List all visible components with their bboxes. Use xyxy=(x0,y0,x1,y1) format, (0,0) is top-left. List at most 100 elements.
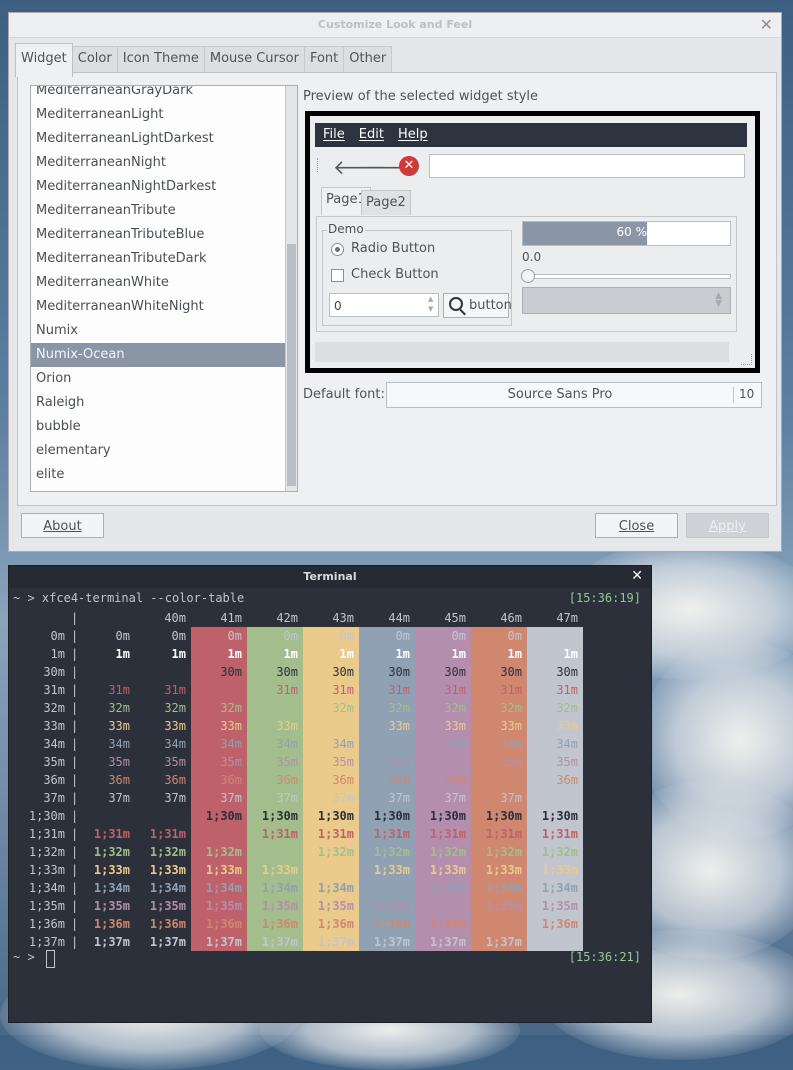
row-label: 34m xyxy=(43,737,65,751)
style-list-item[interactable]: MediterraneanLightDarkest xyxy=(31,127,285,151)
row-label: 1;36m xyxy=(28,917,65,931)
row-label: 1;32m xyxy=(28,845,65,859)
color-cell: 36m xyxy=(527,771,583,789)
style-list-item[interactable]: Numix xyxy=(31,319,285,343)
color-cell: 33m xyxy=(527,717,583,735)
color-cell: 1;31m xyxy=(191,825,247,843)
color-table-row: 0m | 0m 0m 0m 0m 0m 0m 0m 0m 0m xyxy=(9,627,653,645)
color-cell: 35m xyxy=(359,753,415,771)
dialog-titlebar[interactable]: Customize Look and Feel ✕ xyxy=(9,13,781,38)
color-table-row: 34m | 34m 34m 34m 34m 34m 34m 34m 34m 34m xyxy=(9,735,653,753)
tab-mouse-cursor[interactable]: Mouse Cursor xyxy=(203,46,305,72)
color-cell: 1;35m xyxy=(415,897,471,915)
slider-value: 0.0 xyxy=(522,250,542,264)
style-list-item[interactable]: MediterraneanNight xyxy=(31,151,285,175)
style-list-item[interactable]: elite xyxy=(31,463,285,487)
terminal-titlebar[interactable]: Terminal ✕ xyxy=(9,566,651,588)
color-cell: 36m xyxy=(164,773,186,787)
style-list-item[interactable]: bubble xyxy=(31,415,285,439)
tab-widget[interactable]: Widget xyxy=(15,43,73,77)
style-list-item[interactable]: MediterraneanWhite xyxy=(31,271,285,295)
slider[interactable] xyxy=(521,269,731,283)
color-cell: 1;34m xyxy=(93,881,130,895)
tab-page2[interactable]: Page2 xyxy=(361,190,411,215)
preview-label: Preview of the selected widget style xyxy=(303,89,539,104)
close-icon[interactable]: ✕ xyxy=(760,15,773,34)
combo-box[interactable]: ▲ ▼ xyxy=(522,287,731,314)
column-separator: | xyxy=(71,773,79,787)
apply-button[interactable]: Apply xyxy=(686,513,769,538)
font-name: Source Sans Pro xyxy=(507,387,613,402)
color-cell: 1;33m xyxy=(471,861,527,879)
spin-arrows-icon[interactable]: ▲ ▼ xyxy=(428,294,436,314)
style-list-item[interactable]: Numix-Ocean xyxy=(31,343,285,367)
row-label: 1;33m xyxy=(28,863,65,877)
color-table-row: 1;32m | 1;32m 1;32m 1;32m 1;32m 1;32m 1;32m 1;32… xyxy=(9,843,653,861)
tab-other[interactable]: Other xyxy=(343,46,393,72)
color-cell: 31m xyxy=(108,683,130,697)
color-cell: 36m xyxy=(471,771,527,789)
style-list-item[interactable]: MediterraneanTributeBlue xyxy=(31,223,285,247)
about-button[interactable]: About xyxy=(21,513,104,538)
stop-icon[interactable]: ✕ xyxy=(399,156,419,176)
color-table-row: 1;35m | 1;35m 1;35m 1;35m 1;35m 1;35m 1;35m 1;35… xyxy=(9,897,653,915)
color-cell: 1;33m xyxy=(149,863,186,877)
tab-font[interactable]: Font xyxy=(303,46,345,72)
color-cell: 0m xyxy=(191,627,247,645)
style-list-item[interactable]: MediterraneanTribute xyxy=(31,199,285,223)
style-list-scrollbar[interactable] xyxy=(285,86,297,491)
radio-button[interactable] xyxy=(331,243,344,256)
default-font-button[interactable]: Source Sans Pro 10 xyxy=(386,382,762,408)
color-cell: 1;35m xyxy=(359,897,415,915)
preview-horizontal-scrollbar[interactable] xyxy=(315,342,729,362)
style-list-item[interactable]: Raleigh xyxy=(31,391,285,415)
color-cell: 36m xyxy=(247,771,303,789)
resize-grip-icon[interactable] xyxy=(741,354,752,365)
color-cell: 31m xyxy=(359,681,415,699)
color-cell: 1;36m xyxy=(471,915,527,933)
style-list-item[interactable]: MediterraneanLight xyxy=(31,103,285,127)
menu-help[interactable]: Help xyxy=(398,123,428,147)
style-list-item[interactable]: MediterraneanWhiteNight xyxy=(31,295,285,319)
tab-icon-theme[interactable]: Icon Theme xyxy=(116,46,205,72)
url-input[interactable] xyxy=(429,154,745,178)
column-separator: | xyxy=(71,647,79,661)
color-cell: 1;37m xyxy=(471,933,527,951)
color-cell: 1;33m xyxy=(359,861,415,879)
terminal-cursor[interactable] xyxy=(46,950,55,968)
bg-header: 45m xyxy=(444,611,466,625)
color-cell: 1;35m xyxy=(527,897,583,915)
style-list-item[interactable]: MediterraneanTributeDark xyxy=(31,247,285,271)
style-list-item[interactable]: Orion xyxy=(31,367,285,391)
tab-bar: Widget Color Icon Theme Mouse Cursor Fon… xyxy=(15,43,393,77)
row-label: 1;31m xyxy=(28,827,65,841)
column-separator: | xyxy=(71,629,79,643)
style-list-item[interactable]: elementary xyxy=(31,439,285,463)
color-table-header: | 40m 41m 42m 43m 44m 45m 46m 47m xyxy=(9,609,653,627)
menu-file[interactable]: File xyxy=(323,123,345,147)
color-cell: 35m xyxy=(415,753,471,771)
tab-color[interactable]: Color xyxy=(71,46,118,72)
check-button[interactable] xyxy=(331,269,344,282)
menu-edit[interactable]: Edit xyxy=(359,123,384,147)
column-separator: | xyxy=(71,809,79,823)
toolbar-grip[interactable] xyxy=(317,158,321,172)
row-label: 1;34m xyxy=(28,881,65,895)
style-list-item[interactable]: MediterraneanNightDarkest xyxy=(31,175,285,199)
close-label: Close xyxy=(618,519,655,534)
color-cell: 1;34m xyxy=(415,879,471,897)
bg-header: 40m xyxy=(164,611,186,625)
color-cell: 35m xyxy=(471,753,527,771)
scrollbar-thumb[interactable] xyxy=(287,244,296,486)
color-cell: 32m xyxy=(247,699,303,717)
prompt-line: ~ > xyxy=(13,950,35,964)
style-list-item[interactable]: MediterraneanGrayDark xyxy=(31,86,285,103)
slider-handle[interactable] xyxy=(521,269,535,283)
close-button[interactable]: Close xyxy=(595,513,678,538)
row-label: 35m xyxy=(43,755,65,769)
search-button[interactable]: button xyxy=(443,293,512,318)
color-cell: 34m xyxy=(164,737,186,751)
style-list[interactable]: MediterraneanGrayDark MediterraneanLight M… xyxy=(30,85,298,492)
spin-box[interactable]: 0 ▲ ▼ xyxy=(329,293,439,317)
close-icon[interactable]: ✕ xyxy=(631,568,643,584)
